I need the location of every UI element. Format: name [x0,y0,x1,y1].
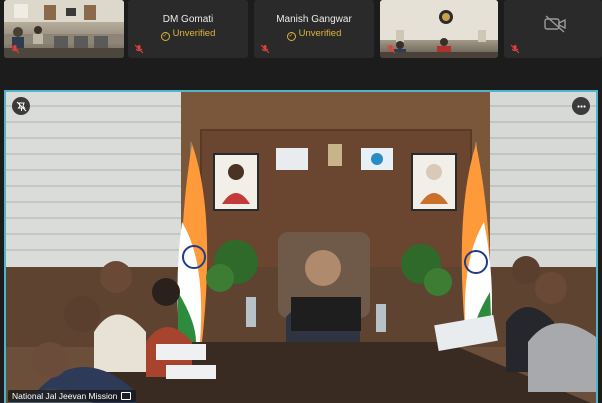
mic-off-icon [134,44,144,54]
mic-off-icon [10,44,20,54]
participant-tile-dm-gomati[interactable]: DM Gomati ✓ Unverified [128,0,248,58]
speaker-name: National Jal Jeevan Mission [12,391,118,401]
participant-name: Manish Gangwar [276,14,352,25]
participant-name: DM Gomati [162,14,214,25]
participant-tile-5[interactable] [504,0,602,58]
mic-off-icon [260,44,270,54]
more-options-icon [576,104,586,108]
shield-check-icon: ✓ [286,32,296,41]
camera-off-icon [544,15,566,33]
speaker-name-label: National Jal Jeevan Mission [8,390,137,402]
main-video-stage[interactable]: National Jal Jeevan Mission [4,90,598,403]
pin-off-icon [16,101,26,111]
mic-off-icon [386,44,396,54]
participant-video-1 [4,0,124,58]
verification-status: ✓ Unverified [128,28,248,41]
participant-strip: DM Gomati ✓ Unverified Manish Gangwar ✓ Un… [0,0,602,58]
screen-share-icon [121,392,132,400]
shield-check-icon: ✓ [160,32,170,41]
more-options-button[interactable] [572,97,590,115]
participant-tile-1[interactable] [4,0,124,58]
verification-status-text: Unverified [298,28,342,39]
participant-tile-manish-gangwar[interactable]: Manish Gangwar ✓ Unverified [254,0,374,58]
pin-off-button[interactable] [12,97,30,115]
participant-tile-4[interactable] [380,0,498,58]
mic-off-icon [510,44,520,54]
participant-video-4 [380,0,498,58]
verification-status: ✓ Unverified [254,28,374,41]
conference-room-video [6,92,596,403]
verification-status-text: Unverified [172,28,216,39]
